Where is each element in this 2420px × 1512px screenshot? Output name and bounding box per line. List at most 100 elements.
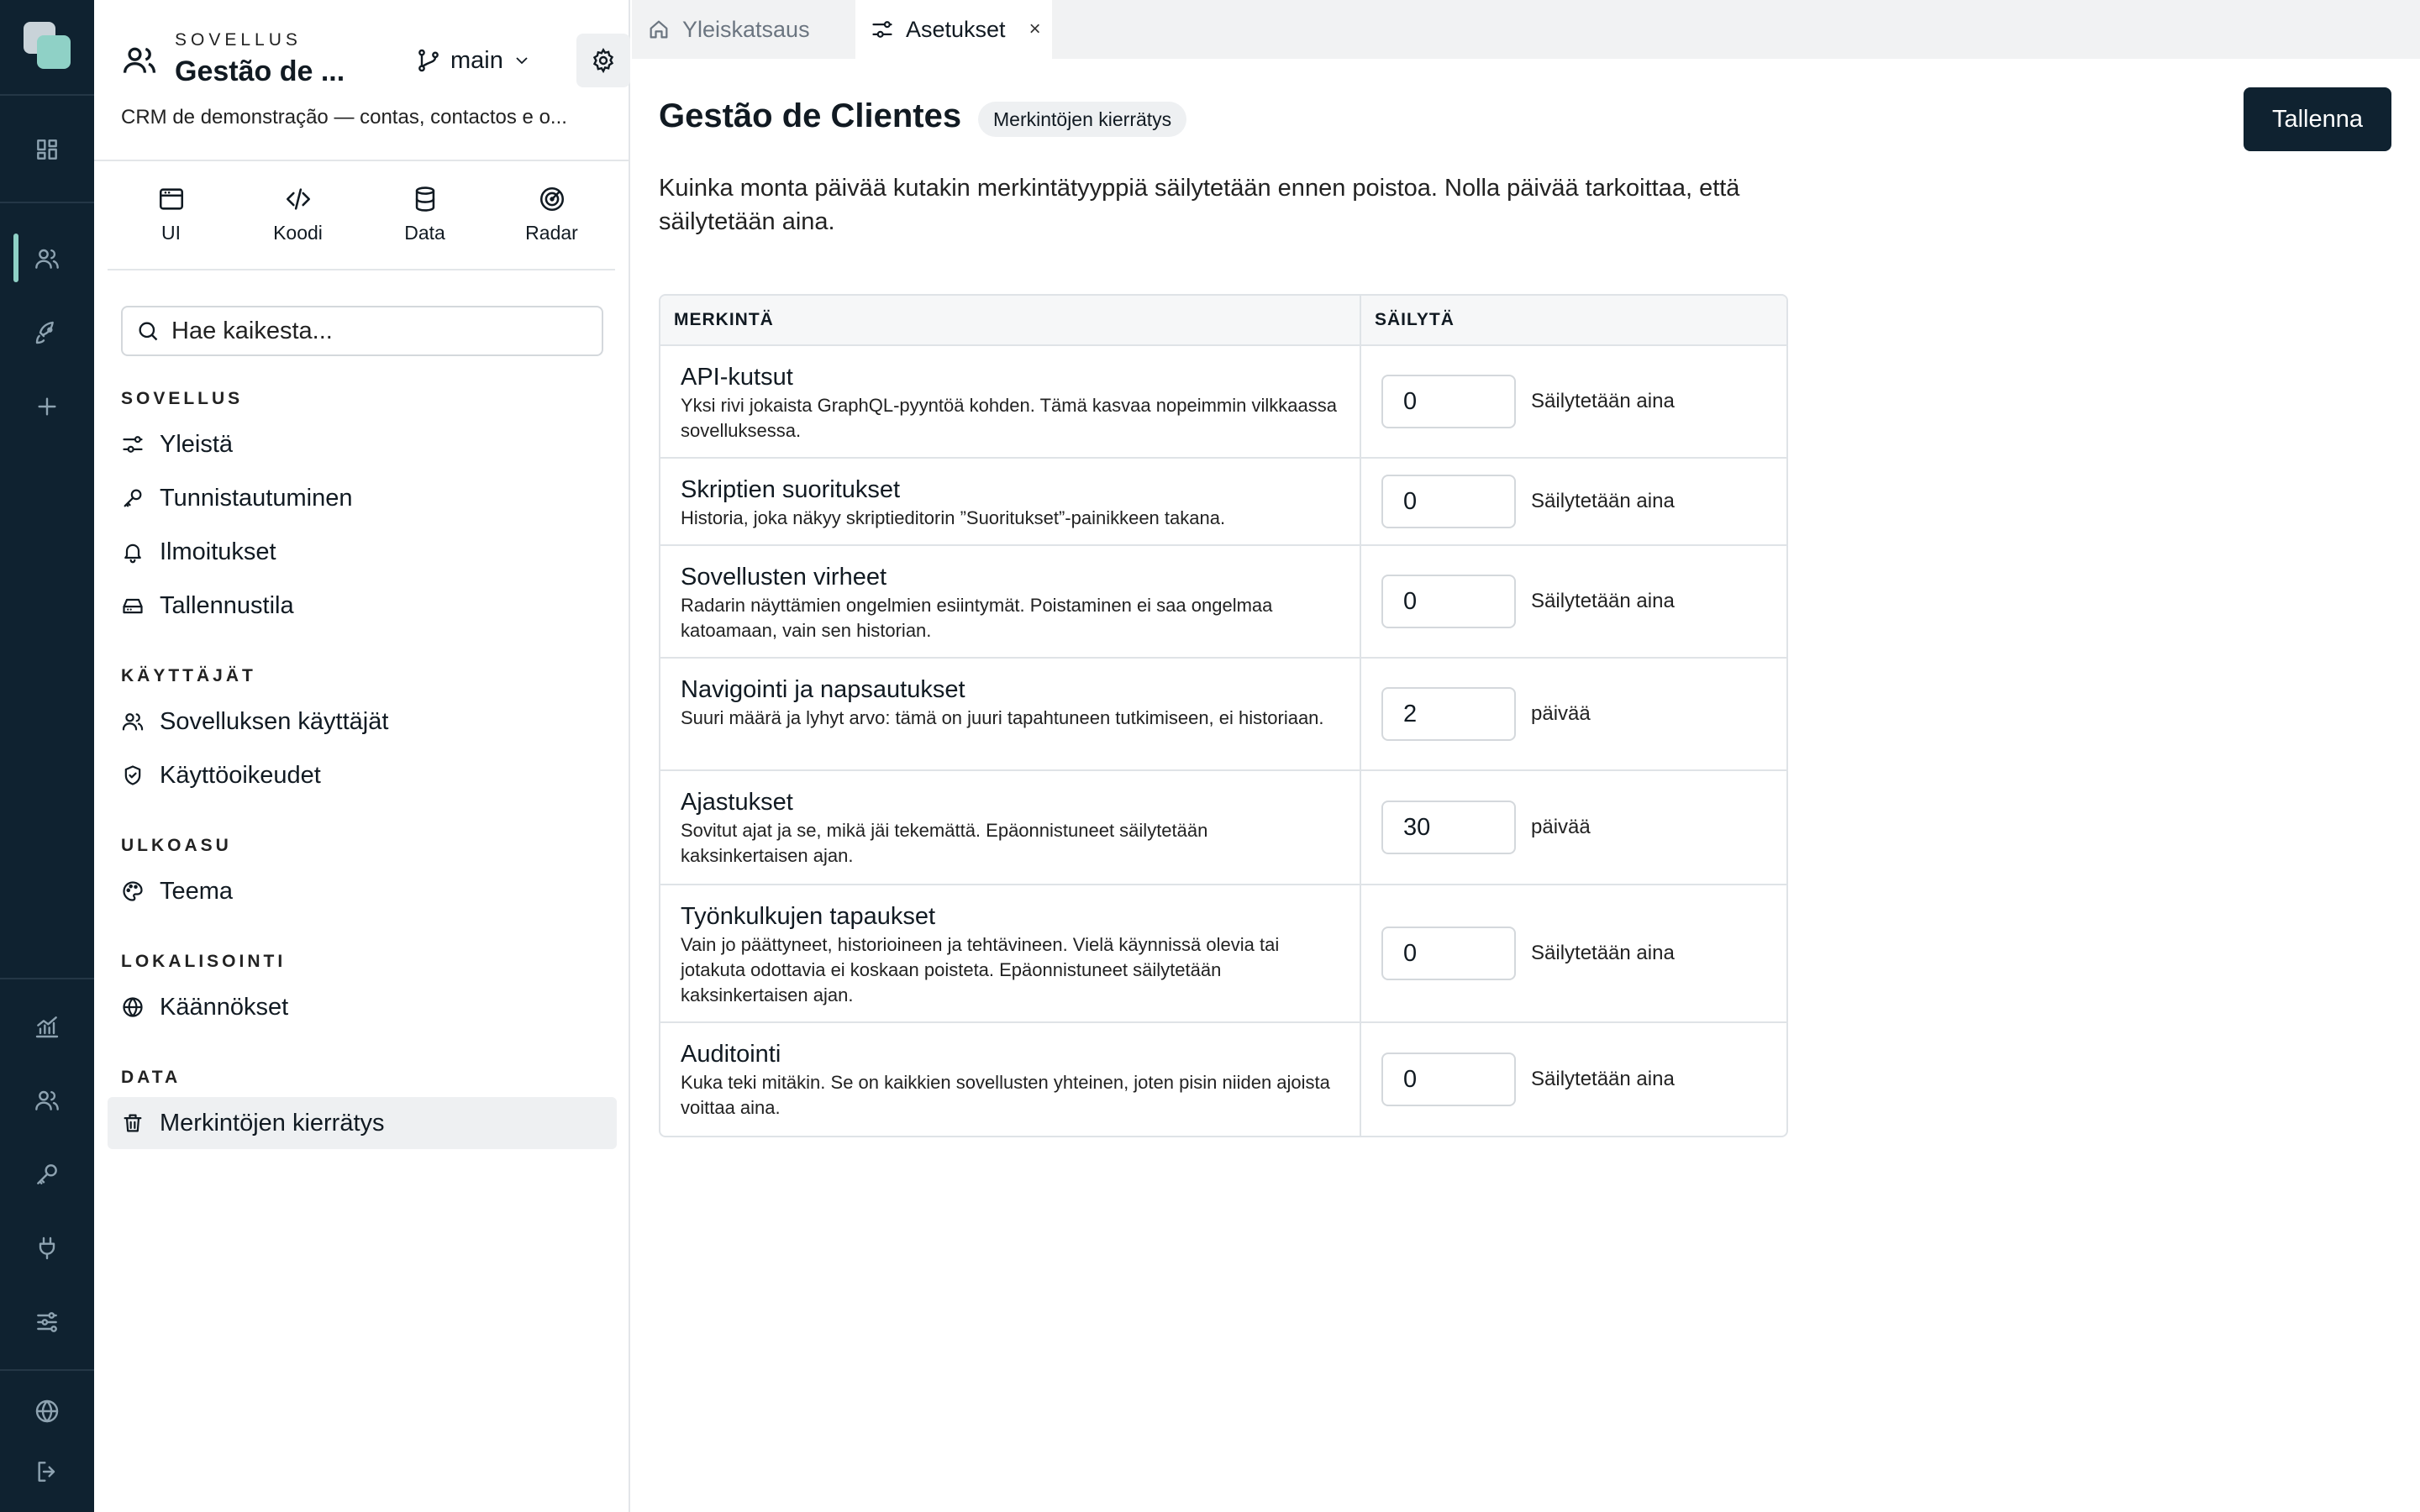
branch-selector[interactable]: main (415, 42, 532, 79)
entry-description: Vain jo päättyneet, historioineen ja teh… (681, 934, 1280, 1005)
retention-days-input[interactable] (1381, 575, 1516, 628)
app-users-icon (121, 42, 158, 79)
entry-title: Navigointi ja napsautukset (681, 676, 965, 703)
retention-days-input[interactable] (1381, 927, 1516, 980)
chevron-down-icon (516, 57, 528, 65)
rail-active-indicator (13, 234, 18, 282)
settings-sliders-icon (872, 21, 892, 38)
plus-icon[interactable] (27, 386, 67, 427)
app-rail (0, 0, 94, 1512)
rocket-icon[interactable] (27, 312, 67, 353)
rail-divider (0, 1369, 94, 1371)
retention-days-input[interactable] (1381, 475, 1516, 528)
panel-divider (108, 269, 615, 270)
retention-days-input[interactable] (1381, 687, 1516, 741)
sidebar-item-teema[interactable]: Teema (108, 865, 617, 917)
retention-unit: Säilytetään aina (1531, 390, 1675, 412)
sidebar-item-merkintojen-kierratys[interactable]: Merkintöjen kierrätys (108, 1097, 617, 1149)
users-icon[interactable] (27, 239, 67, 279)
sliders-icon[interactable] (27, 1302, 67, 1342)
tab-bar: Yleiskatsaus Asetukset × (632, 0, 2420, 59)
retention-days-input[interactable] (1381, 801, 1516, 854)
tab-label: Asetukset (906, 16, 1006, 42)
retention-days-input[interactable] (1381, 375, 1516, 428)
sidebar-item-label: Tunnistautuminen (160, 484, 353, 512)
sidebar-item-label: Teema (160, 877, 234, 905)
app-kicker: SOVELLUS (175, 30, 302, 50)
entry-description: Radarin näyttämien ongelmien esiintymät.… (681, 595, 1273, 641)
sidebar-item-sovelluksen-kayttajat[interactable]: Sovelluksen käyttäjät (108, 696, 617, 748)
save-button[interactable]: Tallenna (2244, 87, 2391, 151)
quick-link-data[interactable]: Data (361, 180, 488, 264)
keep-cell: Säilytetään aina (1361, 346, 1786, 457)
retention-unit: Säilytetään aina (1531, 590, 1675, 612)
gear-icon (592, 47, 614, 74)
close-tab-icon[interactable]: × (1029, 18, 1041, 41)
branch-name: main (450, 46, 503, 74)
quick-link-radar[interactable]: Radar (488, 180, 615, 264)
team-icon[interactable] (27, 1080, 67, 1121)
users-icon (122, 713, 144, 731)
analytics-icon[interactable] (27, 1006, 67, 1047)
plug-icon[interactable] (27, 1228, 67, 1268)
panel-divider (94, 160, 629, 161)
section-heading-lokalisointi: LOKALISOINTI (121, 952, 287, 971)
search-input[interactable] (171, 317, 575, 345)
retention-unit: Säilytetään aina (1531, 1068, 1675, 1090)
sidebar-item-tallennustila[interactable]: Tallennustila (108, 580, 617, 632)
app-header: SOVELLUS Gestão de ... main (121, 30, 630, 97)
retention-days-input[interactable] (1381, 1053, 1516, 1106)
search-box[interactable] (121, 306, 603, 356)
retention-table: MERKINTÄ SÄILYTÄ API-kutsut Yksi rivi jo… (659, 294, 1788, 1137)
quick-links: UI Koodi Data Radar (108, 180, 615, 264)
sidebar-item-yleista[interactable]: Yleistä (108, 418, 617, 470)
sidebar-item-label: Yleistä (160, 430, 234, 458)
quick-link-ui[interactable]: UI (108, 180, 234, 264)
key-icon[interactable] (27, 1154, 67, 1194)
page-title: Gestão de Clientes (659, 97, 962, 134)
page-description: Kuinka monta päivää kutakin merkintätyyp… (659, 175, 1740, 235)
rail-divider (0, 978, 94, 979)
home-icon (650, 20, 668, 39)
entry-description: Suuri määrä ja lyhyt arvo: tämä on juuri… (681, 707, 1324, 728)
entry-cell: API-kutsut Yksi rivi jokaista GraphQL-py… (660, 346, 1361, 457)
table-row: Ajastukset Sovitut ajat ja se, mikä jäi … (660, 771, 1786, 885)
quick-link-code[interactable]: Koodi (234, 180, 361, 264)
bell-icon (124, 543, 141, 564)
app-settings-button[interactable] (576, 34, 630, 87)
entry-cell: Sovellusten virheet Radarin näyttämien o… (660, 546, 1361, 657)
retention-unit: Säilytetään aina (1531, 490, 1675, 512)
radar-icon (539, 186, 564, 212)
keep-cell: Säilytetään aina (1361, 459, 1786, 544)
page-badge: Merkintöjen kierrätys (978, 102, 1187, 137)
settings-sidebar: SOVELLUS Gestão de ... main CRM de demon… (94, 0, 630, 1512)
logout-icon[interactable] (27, 1452, 67, 1492)
entry-title: Skriptien suoritukset (681, 476, 901, 503)
entry-description: Yksi rivi jokaista GraphQL-pyyntöä kohde… (681, 395, 1337, 441)
settings-sliders-icon (123, 436, 143, 453)
entry-title: API-kutsut (681, 364, 793, 391)
storage-icon (123, 598, 143, 614)
sidebar-item-label: Käyttöoikeudet (160, 761, 321, 789)
section-heading-sovellus: SOVELLUS (121, 389, 244, 408)
entry-description: Sovitut ajat ja se, mikä jäi tekemättä. … (681, 820, 1208, 866)
quick-link-label: Radar (525, 222, 578, 244)
section-heading-ulkoasu: ULKOASU (121, 836, 232, 855)
keep-cell: Säilytetään aina (1361, 885, 1786, 1021)
dashboard-icon[interactable] (27, 129, 67, 170)
entry-cell: Skriptien suoritukset Historia, joka näk… (660, 459, 1361, 544)
sidebar-item-tunnistautuminen[interactable]: Tunnistautuminen (108, 472, 617, 524)
sidebar-item-kayttooikeudet[interactable]: Käyttöoikeudet (108, 749, 617, 801)
app-name: Gestão de ... (175, 55, 345, 87)
table-row: API-kutsut Yksi rivi jokaista GraphQL-py… (660, 346, 1786, 459)
logo-icon[interactable] (24, 22, 71, 69)
table-row: Auditointi Kuka teki mitäkin. Se on kaik… (660, 1023, 1786, 1136)
globe-icon[interactable] (27, 1391, 67, 1431)
tab-overview[interactable]: Yleiskatsaus (632, 0, 855, 59)
sidebar-item-kaannokset[interactable]: Käännökset (108, 981, 617, 1033)
globe-icon (123, 997, 143, 1017)
palette-icon (123, 881, 143, 901)
sidebar-item-label: Käännökset (160, 993, 289, 1021)
tab-settings[interactable]: Asetukset × (855, 0, 1052, 59)
sidebar-item-ilmoitukset[interactable]: Ilmoitukset (108, 526, 617, 578)
